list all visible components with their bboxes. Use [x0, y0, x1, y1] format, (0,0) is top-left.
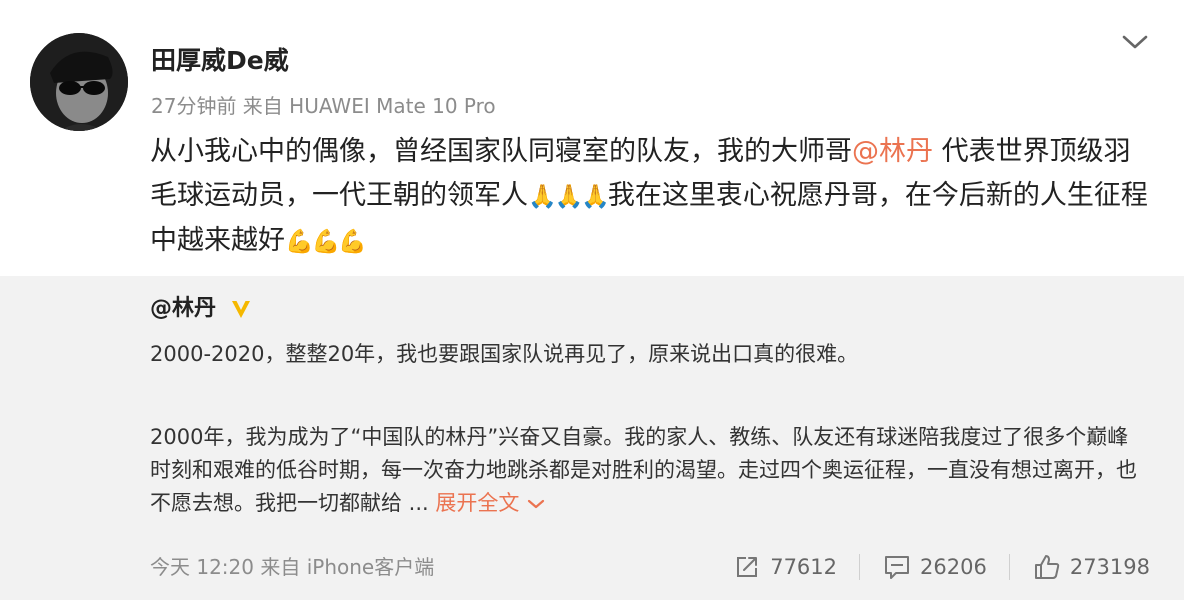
divider	[1008, 554, 1010, 580]
expand-full-text-link[interactable]: 展开全文	[435, 491, 547, 515]
avatar[interactable]	[30, 33, 128, 131]
chevron-down-icon	[528, 499, 545, 509]
muscle-emoji: 💪💪💪	[285, 229, 367, 255]
verified-badge-icon	[232, 301, 250, 318]
repost-author[interactable]: @林丹	[150, 294, 216, 324]
expand-label: 展开全文	[435, 491, 520, 515]
repost-paragraph-text: 2000年，我为成为了“中国队的林丹”兴奋又自豪。我的家人、教练、队友还有球迷陪…	[150, 425, 1137, 515]
comment-button[interactable]: 26206	[882, 552, 987, 582]
divider	[859, 554, 861, 580]
thumbs-up-icon	[1034, 555, 1060, 579]
post-card: 田厚威De威 27分钟前 来自 HUAWEI Mate 10 Pro 从小我心中…	[0, 0, 1184, 276]
author-name[interactable]: 田厚威De威	[151, 45, 289, 77]
comment-icon	[885, 556, 910, 579]
chevron-down-icon[interactable]	[1120, 30, 1150, 54]
post-text-part1: 从小我心中的偶像，曾经国家队同寝室的队友，我的大师哥	[150, 136, 852, 167]
repost-paragraph: 2000年，我为成为了“中国队的林丹”兴奋又自豪。我的家人、教练、队友还有球迷陪…	[150, 421, 1140, 520]
comment-count: 26206	[920, 555, 987, 579]
post-meta: 27分钟前 来自 HUAWEI Mate 10 Pro	[151, 94, 496, 118]
like-button[interactable]: 273198	[1032, 552, 1150, 582]
repost-button[interactable]: 77612	[732, 552, 837, 582]
post-text: 从小我心中的偶像，曾经国家队同寝室的队友，我的大师哥@林丹 代表世界顶级羽毛球运…	[150, 130, 1150, 264]
repost-count: 77612	[770, 555, 838, 579]
like-count: 273198	[1069, 555, 1150, 579]
share-icon	[737, 557, 758, 577]
repost-footer: 今天 12:20 来自 iPhone客户端	[150, 555, 435, 579]
stats-bar: 77612 26206 273198	[732, 552, 1150, 582]
pray-emoji: 🙏🙏🙏	[528, 184, 610, 210]
repost-card[interactable]: @林丹 2000-2020，整整20年，我也要跟国家队说再见了，原来说出口真的很…	[0, 276, 1184, 600]
repost-paragraph: 2000-2020，整整20年，我也要跟国家队说再见了，原来说出口真的很难。	[150, 342, 859, 366]
mention-link[interactable]: @林丹	[852, 136, 933, 167]
repost-text: 2000-2020，整整20年，我也要跟国家队说再见了，原来说出口真的很难。 2…	[150, 338, 1140, 520]
